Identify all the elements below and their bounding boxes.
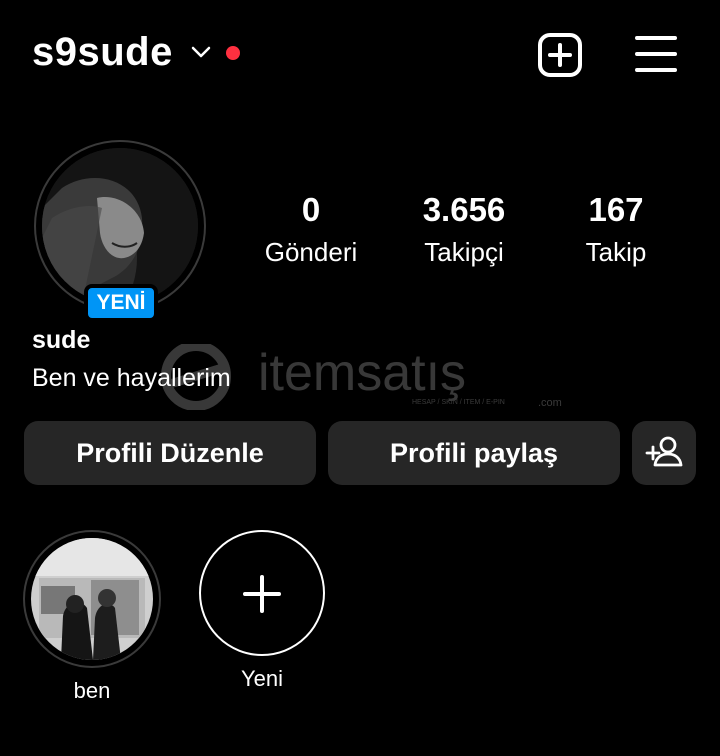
add-post-icon[interactable] xyxy=(537,32,583,78)
stat-followers-value: 3.656 xyxy=(422,191,506,228)
notification-dot xyxy=(226,46,240,60)
highlight-ben-photo xyxy=(31,538,153,660)
discover-people-button[interactable] xyxy=(632,421,696,485)
stat-followers[interactable]: 3.656 Takipçi xyxy=(384,190,544,272)
highlight-new-label: Yeni xyxy=(240,666,283,691)
add-person-icon xyxy=(645,436,683,467)
avatar[interactable] xyxy=(42,148,198,304)
stat-following[interactable]: 167 Takip xyxy=(536,190,696,272)
stat-posts-value: 0 xyxy=(301,191,321,228)
stat-posts-label: Gönderi xyxy=(264,237,358,267)
hamburger-menu-icon[interactable] xyxy=(634,34,678,74)
stat-following-label: Takip xyxy=(585,237,647,267)
plus-icon xyxy=(243,575,281,613)
profile-name: sude xyxy=(32,326,91,354)
stat-posts[interactable]: 0 Gönderi xyxy=(231,190,391,272)
watermark-tld: .com xyxy=(538,397,562,409)
watermark-logo: itemsatış HESAP / SKIN / ITEM / E-PIN .c… xyxy=(161,344,562,410)
new-badge: YENİ xyxy=(84,284,158,322)
watermark-sub: HESAP / SKIN / ITEM / E-PIN xyxy=(412,399,505,406)
avatar-photo xyxy=(42,148,198,304)
highlight-ben-label: ben xyxy=(73,678,111,703)
profile-username[interactable]: s9sude xyxy=(32,30,173,75)
watermark-brand: itemsatış xyxy=(258,344,466,402)
stat-followers-label: Takipçi xyxy=(424,237,504,267)
share-profile-button[interactable]: Profili paylaş xyxy=(328,421,620,485)
stat-following-value: 167 xyxy=(588,191,644,228)
chevron-down-icon[interactable] xyxy=(190,44,212,60)
edit-profile-button[interactable]: Profili Düzenle xyxy=(24,421,316,485)
highlight-new-button[interactable] xyxy=(199,530,325,656)
highlight-ben-cover[interactable] xyxy=(31,538,153,660)
